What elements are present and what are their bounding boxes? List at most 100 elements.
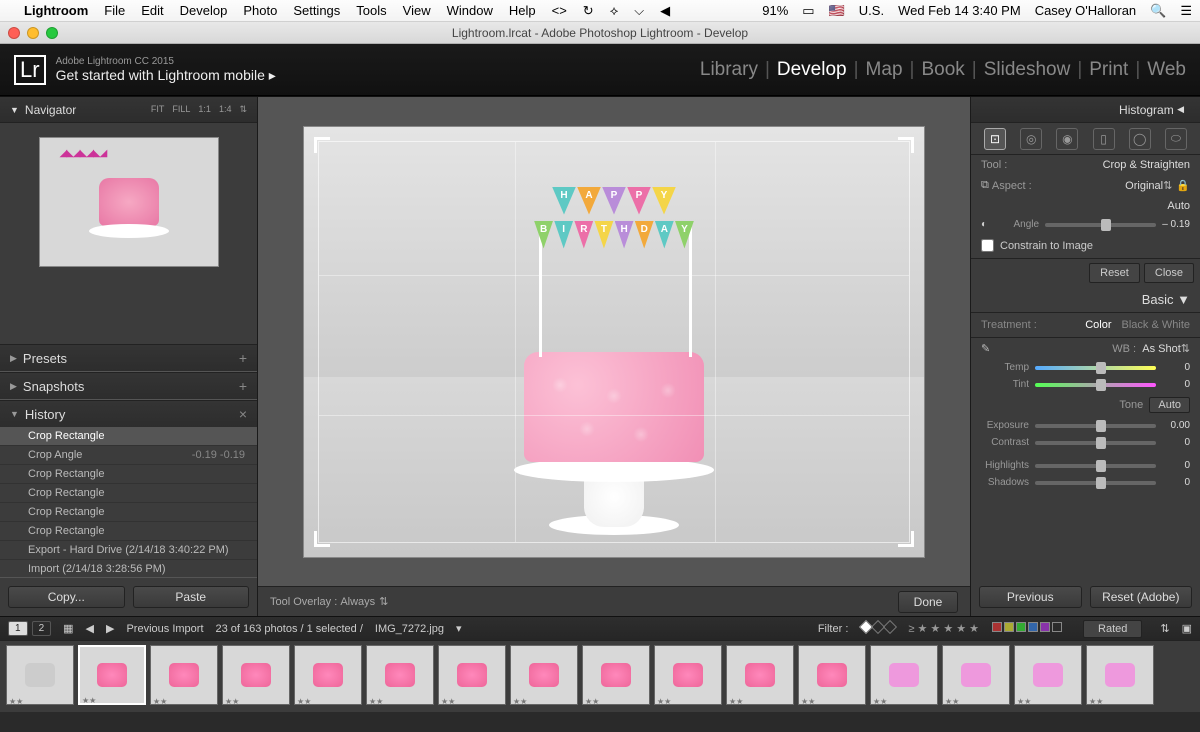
spotlight-icon[interactable]: 🔍 (1150, 3, 1166, 19)
filmstrip-thumb[interactable] (1086, 645, 1154, 705)
datetime[interactable]: Wed Feb 14 3:40 PM (898, 3, 1021, 18)
radial-tool-icon[interactable]: ◯ (1129, 128, 1151, 150)
filmstrip-thumb[interactable] (798, 645, 866, 705)
redeye-tool-icon[interactable]: ◉ (1056, 128, 1078, 150)
menu-view[interactable]: View (403, 3, 431, 18)
nav-fill[interactable]: FILL (172, 104, 190, 115)
history-item[interactable]: Crop Rectangle (0, 484, 257, 503)
treatment-color[interactable]: Color (1085, 319, 1111, 331)
module-web[interactable]: Web (1147, 59, 1186, 81)
filter-switch-icon[interactable]: ▣ (1182, 622, 1192, 635)
menu-tools[interactable]: Tools (356, 3, 386, 18)
crop-tool-icon[interactable]: ⊡ (984, 128, 1006, 150)
module-library[interactable]: Library (700, 59, 758, 81)
wifi-icon[interactable]: ⌵ (634, 3, 644, 19)
filmstrip-thumb[interactable] (78, 645, 146, 705)
angle-value[interactable]: – 0.19 (1156, 219, 1190, 230)
tone-auto-button[interactable]: Auto (1149, 397, 1190, 413)
contrast-slider[interactable] (1035, 441, 1156, 445)
zoom-window-button[interactable] (46, 27, 58, 39)
filename[interactable]: IMG_7272.jpg (375, 623, 444, 635)
filmstrip-thumb[interactable] (510, 645, 578, 705)
crop-handle-tr[interactable] (898, 137, 914, 153)
treatment-bw[interactable]: Black & White (1122, 319, 1190, 331)
disclosure-triangle-icon[interactable]: ▼ (10, 105, 19, 115)
module-book[interactable]: Book (921, 59, 964, 81)
reset-adobe-button[interactable]: Reset (Adobe) (1090, 586, 1193, 608)
copy-button[interactable]: Copy... (8, 586, 125, 608)
constrain-checkbox[interactable] (981, 239, 994, 252)
wb-value[interactable]: As Shot (1142, 343, 1181, 355)
tool-close-button[interactable]: Close (1144, 263, 1194, 283)
histogram-header[interactable]: Histogram ◀ (971, 97, 1200, 123)
aspect-value[interactable]: Original (1125, 180, 1163, 192)
history-item[interactable]: Crop Angle-0.19 -0.19 (0, 446, 257, 465)
navigator-header[interactable]: ▼ Navigator FIT FILL 1:1 1:4 ⇅ (0, 97, 257, 123)
battery-percent[interactable]: 91% (762, 3, 788, 18)
menu-window[interactable]: Window (447, 3, 493, 18)
shadows-slider[interactable] (1035, 481, 1156, 485)
filmstrip-thumb[interactable] (1014, 645, 1082, 705)
prev-arrow-icon[interactable]: ◀ (86, 622, 94, 635)
tool-overlay-value[interactable]: Always (340, 596, 375, 608)
filmstrip-thumb[interactable] (654, 645, 722, 705)
filmstrip-thumb[interactable] (870, 645, 938, 705)
previous-button[interactable]: Previous (979, 586, 1082, 608)
menu-file[interactable]: File (104, 3, 125, 18)
angle-dial-icon[interactable]: ◐ (981, 219, 987, 230)
brush-tool-icon[interactable]: ⬭ (1165, 128, 1187, 150)
user-name[interactable]: Casey O'Halloran (1035, 3, 1136, 18)
history-item[interactable]: Crop Rectangle (0, 465, 257, 484)
lock-icon[interactable]: 🔒 (1176, 179, 1190, 192)
photo-preview[interactable]: H A P P Y B I R T H D A Y (304, 127, 924, 557)
crop-handle-bl[interactable] (314, 531, 330, 547)
input-locale[interactable]: U.S. (859, 3, 884, 18)
navigator-thumbnail[interactable] (39, 137, 219, 267)
menu-edit[interactable]: Edit (141, 3, 163, 18)
filmstrip-thumb[interactable] (222, 645, 290, 705)
filmstrip-thumb[interactable] (366, 645, 434, 705)
crop-overlay[interactable] (318, 141, 910, 543)
basic-panel-header[interactable]: Basic ▼ (971, 287, 1200, 313)
temp-slider[interactable] (1035, 366, 1156, 370)
presets-header[interactable]: ▶Presets+ (0, 345, 257, 371)
volume-icon[interactable]: ◀ (660, 3, 670, 19)
sync-icon[interactable]: ↻ (583, 3, 594, 19)
filmstrip-thumb[interactable] (942, 645, 1010, 705)
menu-settings[interactable]: Settings (293, 3, 340, 18)
next-arrow-icon[interactable]: ▶ (106, 622, 114, 635)
menu-develop[interactable]: Develop (180, 3, 228, 18)
history-item[interactable]: Crop Rectangle (0, 427, 257, 446)
module-print[interactable]: Print (1089, 59, 1128, 81)
gradient-tool-icon[interactable]: ▯ (1093, 128, 1115, 150)
nav-ratio-arrows[interactable]: ⇅ (239, 104, 247, 115)
minimize-window-button[interactable] (27, 27, 39, 39)
color-filters[interactable] (991, 622, 1063, 635)
menu-help[interactable]: Help (509, 3, 536, 18)
display-1[interactable]: 1 (8, 621, 28, 636)
filmstrip[interactable] (0, 640, 1200, 712)
filmstrip-thumb[interactable] (150, 645, 218, 705)
filmstrip-thumb[interactable] (294, 645, 362, 705)
filmstrip-thumb[interactable] (726, 645, 794, 705)
module-develop[interactable]: Develop (777, 59, 847, 81)
angle-auto[interactable]: Auto (1167, 200, 1190, 212)
tool-reset-button[interactable]: Reset (1089, 263, 1140, 283)
filename-menu-icon[interactable]: ▾ (456, 622, 462, 635)
rating-filter[interactable]: ≥ ★ ★ ★ ★ ★ (908, 622, 979, 635)
eyedropper-icon[interactable]: ✎ (981, 342, 990, 355)
flag-filters[interactable] (860, 622, 896, 635)
paste-button[interactable]: Paste (133, 586, 250, 608)
nav-fit[interactable]: FIT (151, 104, 165, 115)
filter-lock-icon[interactable]: ⇅ (1160, 622, 1169, 635)
crop-handle-tl[interactable] (314, 137, 330, 153)
nav-1to1[interactable]: 1:1 (198, 104, 211, 115)
menu-extras-icon[interactable]: ☰ (1180, 3, 1192, 19)
bluetooth-icon[interactable]: ⟡ (610, 3, 619, 19)
filmstrip-thumb[interactable] (6, 645, 74, 705)
close-window-button[interactable] (8, 27, 20, 39)
spot-tool-icon[interactable]: ◎ (1020, 128, 1042, 150)
nav-ratio[interactable]: 1:4 (219, 104, 232, 115)
flag-icon[interactable]: 🇺🇸 (829, 3, 845, 19)
menubar-app[interactable]: Lightroom (24, 3, 88, 18)
